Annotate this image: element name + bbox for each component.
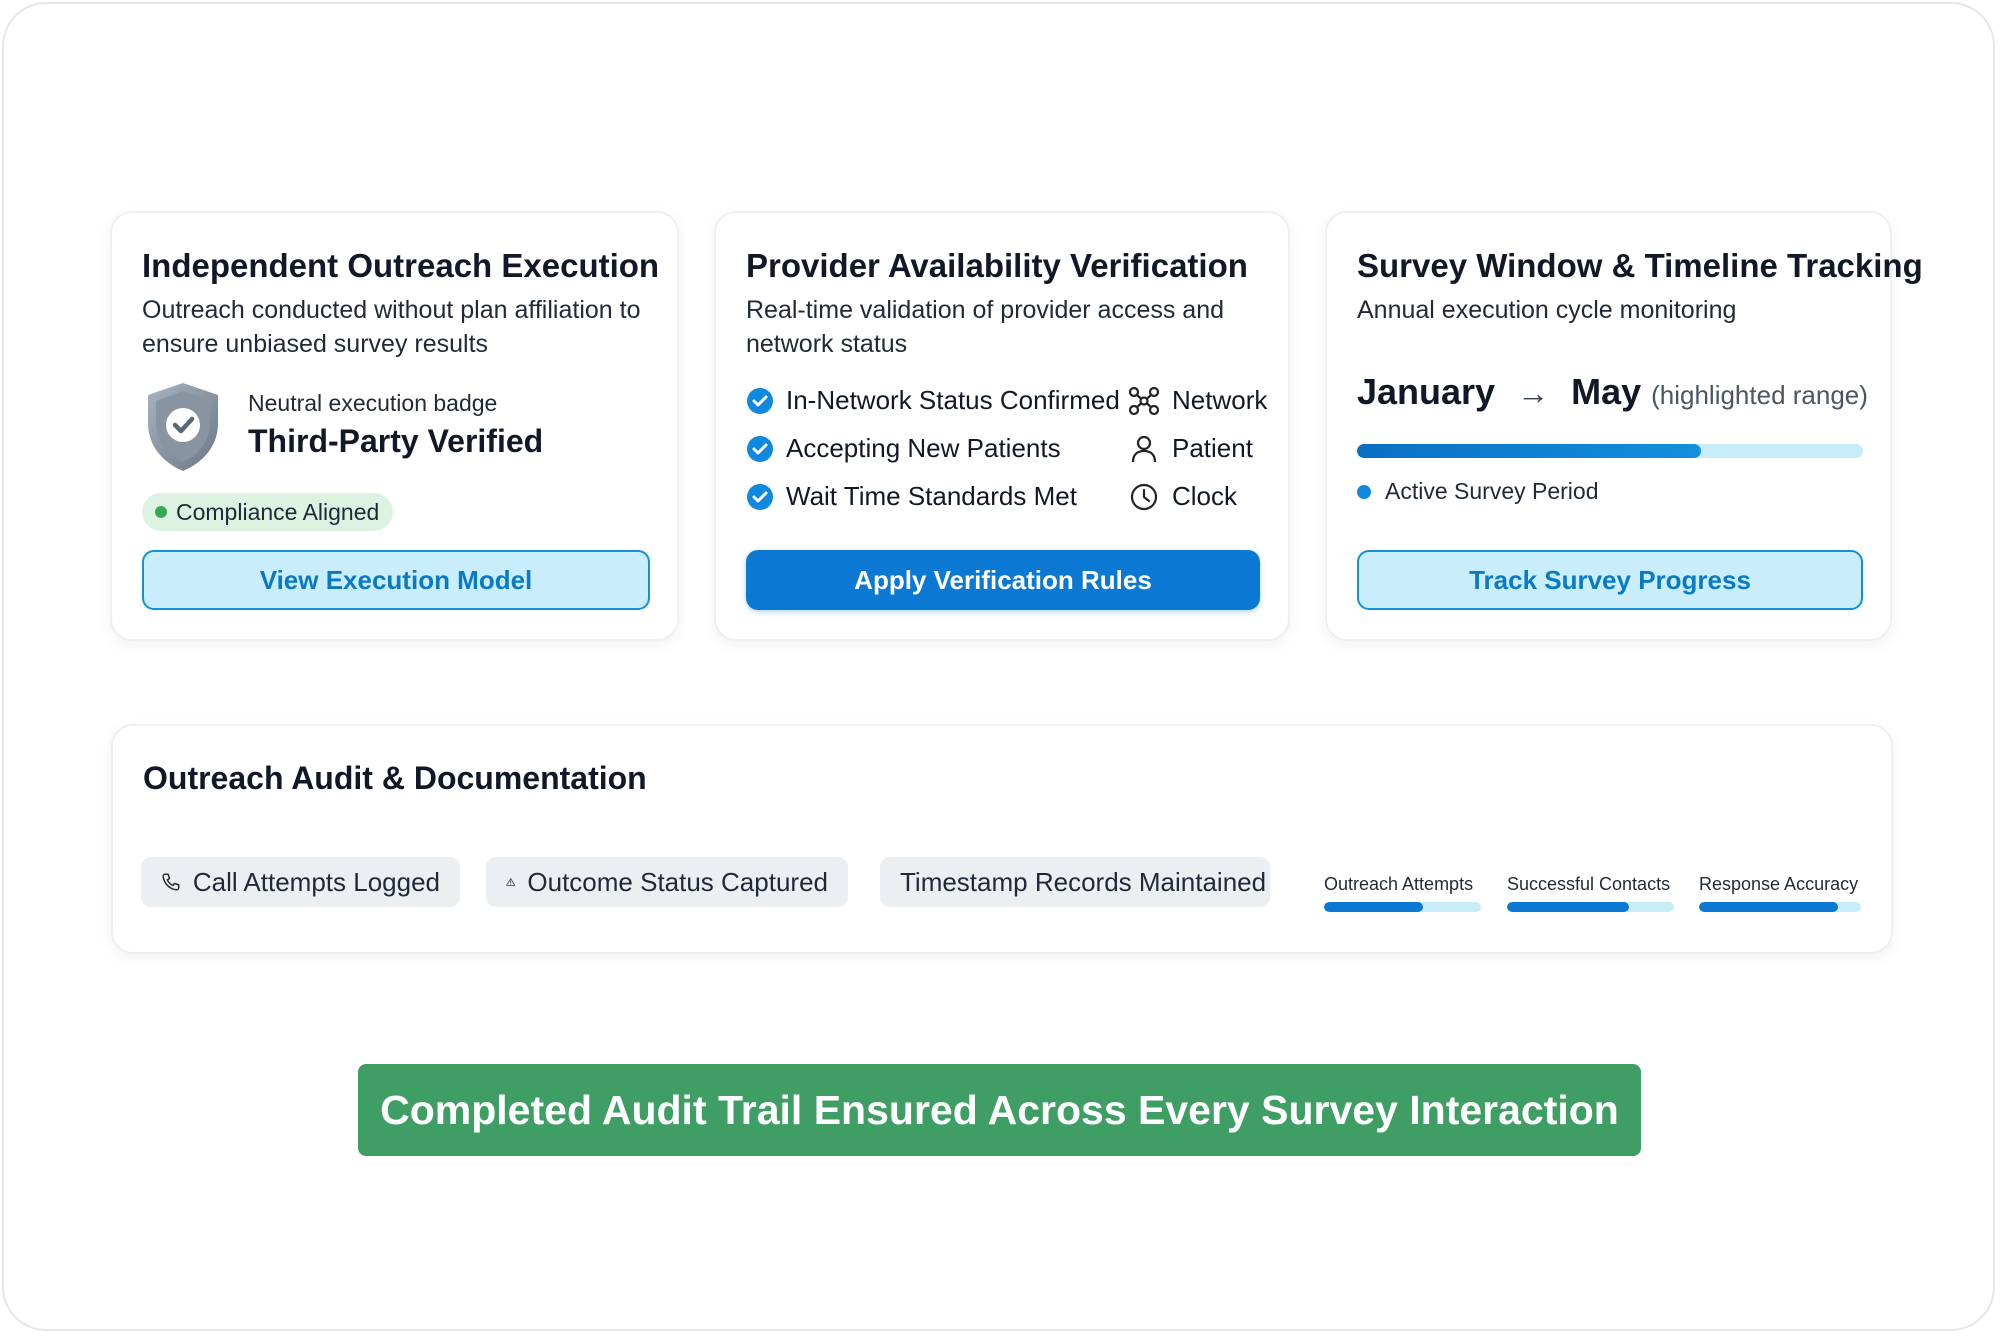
clock-legend: Clock	[1128, 481, 1237, 512]
check-circle-icon	[747, 435, 773, 462]
button-label: Apply Verification Rules	[854, 564, 1152, 595]
card-provider-availability: Provider Availability Verification Real-…	[714, 211, 1290, 641]
active-period-legend: Active Survey Period	[1357, 478, 1598, 505]
card-title: Survey Window & Timeline Tracking	[1357, 247, 1923, 284]
metric-fill	[1324, 902, 1423, 912]
survey-progress-track	[1357, 444, 1863, 458]
compliance-pill-label: Compliance Aligned	[176, 498, 380, 525]
range-end: May	[1571, 371, 1642, 412]
chip-call-attempts: Call Attempts Logged	[141, 857, 460, 907]
phone-icon	[162, 873, 180, 891]
view-execution-model-button[interactable]: View Execution Model	[142, 550, 650, 610]
audit-title: Outreach Audit & Documentation	[143, 760, 647, 796]
date-range: January → May (highlighted range)	[1357, 371, 1868, 413]
network-label: Network	[1172, 385, 1268, 415]
chip-label: Call Attempts Logged	[192, 866, 440, 897]
range-note: (highlighted range)	[1651, 380, 1868, 410]
metric-label-outreach-attempts: Outreach Attempts	[1324, 874, 1474, 894]
card-outreach-audit: Outreach Audit & Documentation Call Atte…	[111, 724, 1893, 954]
card-survey-window: Survey Window & Timeline Tracking Annual…	[1325, 211, 1923, 641]
card-subtitle: Outreach conducted without plan affiliat…	[142, 296, 641, 358]
banner-text: Completed Audit Trail Ensured Across Eve…	[380, 1086, 1619, 1133]
check-item-wait-time: Wait Time Standards Met	[746, 481, 1077, 512]
patient-legend: Patient	[1128, 433, 1253, 464]
metric-label-successful-contacts: Successful Contacts	[1507, 874, 1671, 894]
track-survey-progress-button[interactable]: Track Survey Progress	[1357, 550, 1863, 610]
arrow-right-icon: →	[1517, 375, 1550, 411]
status-dot-icon	[155, 506, 167, 518]
legend-label: Active Survey Period	[1385, 478, 1599, 504]
card-subtitle: Annual execution cycle monitoring	[1357, 296, 1737, 324]
check-circle-icon	[747, 483, 773, 510]
range-start: January	[1357, 371, 1496, 412]
metric-label-response-accuracy: Response Accuracy	[1699, 874, 1859, 894]
metric-track-successful-contacts	[1507, 902, 1674, 912]
compliance-pill: Compliance Aligned	[142, 493, 394, 531]
card-title: Provider Availability Verification	[746, 247, 1248, 284]
clock-label: Clock	[1172, 481, 1238, 511]
metric-fill	[1699, 902, 1839, 912]
completion-banner: Completed Audit Trail Ensured Across Eve…	[358, 1064, 1641, 1156]
metric-track-response-accuracy	[1699, 902, 1861, 912]
card-independent-outreach: Independent Outreach Execution Outreach …	[110, 211, 679, 641]
badge-title: Third-Party Verified	[248, 423, 544, 459]
apply-verification-rules-button[interactable]: Apply Verification Rules	[746, 550, 1260, 610]
survey-progress-fill	[1357, 444, 1702, 458]
warning-triangle-icon	[506, 878, 516, 886]
badge-caption: Neutral execution badge	[248, 390, 498, 416]
card-subtitle: Real-time validation of provider access …	[746, 296, 1225, 358]
legend-dot-icon	[1357, 484, 1371, 499]
clock-icon	[1130, 483, 1158, 510]
chip-label: Outcome Status Captured	[527, 866, 828, 897]
button-label: Track Survey Progress	[1469, 564, 1751, 595]
chip-timestamp-records: Timestamp Records Maintained	[880, 857, 1270, 907]
card-title: Independent Outreach Execution	[142, 247, 660, 284]
check-circle-icon	[747, 387, 773, 414]
check-item-label: Accepting New Patients	[786, 433, 1061, 463]
network-icon	[1128, 386, 1160, 415]
patient-label: Patient	[1172, 433, 1253, 463]
check-item-accepting-patients: Accepting New Patients	[746, 433, 1061, 464]
chip-label: Timestamp Records Maintained	[900, 866, 1267, 897]
check-item-label: In-Network Status Confirmed	[786, 385, 1120, 415]
network-legend: Network	[1128, 385, 1267, 416]
metric-fill	[1507, 902, 1629, 912]
metric-track-outreach-attempts	[1324, 902, 1481, 912]
patient-icon	[1131, 435, 1157, 462]
chip-outcome-status: Outcome Status Captured	[486, 857, 848, 907]
button-label: View Execution Model	[259, 564, 533, 595]
shield-check-icon	[142, 379, 224, 478]
check-item-in-network: In-Network Status Confirmed	[746, 385, 1120, 416]
check-item-label: Wait Time Standards Met	[786, 481, 1077, 511]
